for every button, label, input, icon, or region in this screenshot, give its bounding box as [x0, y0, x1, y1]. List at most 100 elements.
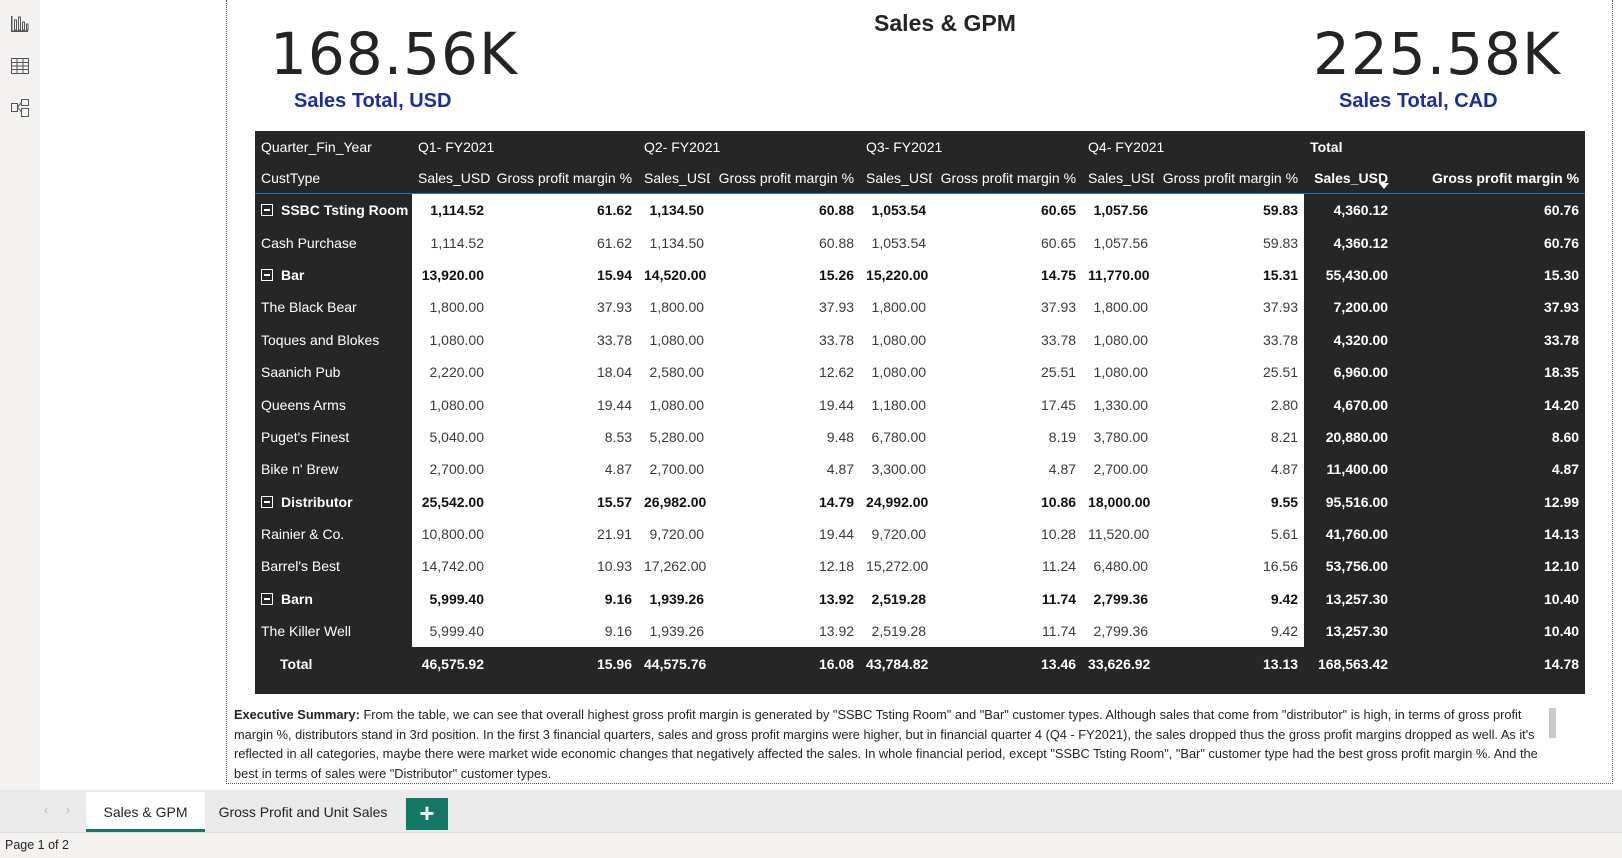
total-gpm-cell[interactable]: 14.78 — [1394, 647, 1585, 679]
total-gpm-cell[interactable]: 10.40 — [1394, 615, 1585, 647]
total-sales-usd-cell[interactable]: 11,400.00 — [1304, 453, 1394, 485]
gpm-cell[interactable]: 15.57 — [490, 485, 639, 518]
gpm-cell[interactable]: 4.87 — [710, 453, 861, 486]
row-header-cell[interactable]: Barn — [255, 583, 412, 615]
total-gpm-cell[interactable]: 60.76 — [1394, 226, 1585, 258]
gpm-cell[interactable]: 13.92 — [710, 582, 861, 616]
row-header-cell[interactable]: The Black Bear — [255, 291, 412, 323]
table-row[interactable]: Barrel's Best 14,742.00 10.93 17,262.00 12.1… — [255, 550, 1585, 583]
gpm-cell[interactable]: 17.45 — [932, 388, 1083, 421]
gpm-cell[interactable]: 19.44 — [710, 517, 861, 551]
total-gpm-cell[interactable]: 60.76 — [1394, 194, 1585, 227]
header-gpm[interactable]: Gross profit margin % — [710, 162, 861, 194]
model-view-icon[interactable] — [9, 97, 31, 119]
table-row[interactable]: Puget's Finest 5,040.00 8.53 5,280.00 9.48 6,… — [255, 420, 1585, 454]
sales-usd-cell[interactable]: 1,080.00 — [638, 388, 711, 421]
sales-usd-cell[interactable]: 1,800.00 — [412, 291, 490, 324]
row-header-cell[interactable]: Rainier & Co. — [255, 518, 412, 550]
sales-usd-cell[interactable]: 2,580.00 — [638, 355, 711, 389]
sales-usd-cell[interactable]: 14,742.00 — [412, 550, 490, 583]
total-gpm-cell[interactable]: 4.87 — [1394, 453, 1585, 485]
row-header-cell[interactable]: Distributor — [255, 486, 412, 518]
gpm-cell[interactable]: 25.51 — [932, 355, 1083, 389]
sales-usd-cell[interactable]: 15,220.00 — [860, 258, 933, 292]
sales-usd-cell[interactable]: 3,780.00 — [1082, 420, 1155, 454]
sales-usd-cell[interactable]: 1,800.00 — [1082, 291, 1155, 324]
gpm-cell[interactable]: 60.88 — [710, 193, 861, 227]
sales-usd-cell[interactable]: 11,520.00 — [1082, 517, 1155, 551]
grand-total-row[interactable]: Total 46,575.92 15.96 44,575.76 16.08 43,784.… — [255, 647, 1585, 679]
gpm-cell[interactable]: 33.78 — [490, 323, 639, 356]
table-row[interactable]: Saanich Pub 2,220.00 18.04 2,580.00 12.62 1,0… — [255, 355, 1585, 389]
header-gpm[interactable]: Gross profit margin % — [1154, 162, 1305, 194]
collapse-icon[interactable] — [261, 495, 273, 508]
sales-usd-cell[interactable]: 1,180.00 — [860, 388, 933, 421]
sales-usd-cell[interactable]: 1,080.00 — [860, 355, 933, 389]
total-gpm-cell[interactable]: 37.93 — [1394, 291, 1585, 323]
gpm-cell[interactable]: 15.26 — [710, 258, 861, 292]
row-header-cell[interactable]: Barrel's Best — [255, 550, 412, 582]
gpm-cell[interactable]: 61.62 — [490, 226, 639, 259]
gpm-cell[interactable]: 59.83 — [1154, 193, 1305, 227]
sales-usd-cell[interactable]: 1,114.52 — [412, 226, 490, 259]
sales-usd-cell[interactable]: 24,992.00 — [860, 485, 933, 518]
sales-usd-cell[interactable]: 6,780.00 — [860, 420, 933, 454]
sales-usd-cell[interactable]: 2,799.36 — [1082, 615, 1155, 648]
gpm-cell[interactable]: 21.91 — [490, 517, 639, 551]
sales-usd-cell[interactable]: 1,057.56 — [1082, 226, 1155, 259]
row-header-cell[interactable]: SSBC Tsting Room — [255, 194, 412, 227]
total-sales-usd-cell[interactable]: 13,257.30 — [1304, 615, 1394, 647]
tab-gross-profit-unit-sales[interactable]: Gross Profit and Unit Sales — [207, 792, 399, 832]
sales-gpm-matrix[interactable]: Quarter_Fin_Year Q1- FY2021 Q2- FY2021 Q… — [255, 131, 1586, 694]
next-page-arrow-icon[interactable]: › — [66, 803, 70, 817]
gpm-cell[interactable]: 9.16 — [490, 582, 639, 616]
sales-usd-cell[interactable]: 1,053.54 — [860, 193, 933, 227]
gpm-cell[interactable]: 11.74 — [932, 582, 1083, 616]
table-row[interactable]: The Killer Well 5,999.40 9.16 1,939.26 13.92… — [255, 615, 1585, 648]
sales-usd-cell[interactable]: 44,575.76 — [638, 647, 710, 679]
row-header-cell[interactable]: Queens Arms — [255, 388, 412, 420]
sales-usd-cell[interactable]: 1,080.00 — [412, 323, 490, 356]
gpm-cell[interactable]: 9.48 — [710, 420, 861, 454]
total-sales-usd-cell[interactable]: 55,430.00 — [1304, 259, 1394, 291]
total-sales-usd-cell[interactable]: 13,257.30 — [1304, 583, 1394, 615]
gpm-cell[interactable]: 12.62 — [710, 355, 861, 389]
total-sales-usd-cell[interactable]: 7,200.00 — [1304, 291, 1394, 323]
row-header-cell[interactable]: Total — [255, 647, 412, 679]
sales-usd-cell[interactable]: 43,784.82 — [860, 647, 932, 679]
table-row[interactable]: The Black Bear 1,800.00 37.93 1,800.00 37.93… — [255, 291, 1585, 324]
row-header-cell[interactable]: Bar — [255, 259, 412, 291]
gpm-cell[interactable]: 11.24 — [932, 550, 1083, 583]
sales-usd-cell[interactable]: 1,080.00 — [638, 323, 711, 356]
gpm-cell[interactable]: 4.87 — [490, 453, 639, 486]
sales-usd-cell[interactable]: 25,542.00 — [412, 485, 490, 518]
sales-usd-cell[interactable]: 33,626.92 — [1082, 647, 1154, 679]
sales-usd-cell[interactable]: 26,982.00 — [638, 485, 711, 518]
sort-descending-icon[interactable] — [1379, 183, 1389, 189]
sales-usd-cell[interactable]: 1,057.56 — [1082, 193, 1155, 227]
sales-usd-cell[interactable]: 1,114.52 — [412, 193, 490, 227]
header-gpm[interactable]: Gross profit margin % — [932, 162, 1083, 194]
gpm-cell[interactable]: 10.93 — [490, 550, 639, 583]
sales-usd-cell[interactable]: 1,080.00 — [1082, 355, 1155, 389]
table-row[interactable]: Queens Arms 1,080.00 19.44 1,080.00 19.44 1,1… — [255, 388, 1585, 421]
sales-usd-cell[interactable]: 2,700.00 — [412, 453, 490, 486]
sales-usd-cell[interactable]: 1,134.50 — [638, 226, 711, 259]
group-row[interactable]: Bar 13,920.00 15.94 14,520.00 15.26 15,220.00… — [255, 258, 1585, 292]
sales-usd-cell[interactable]: 5,999.40 — [412, 615, 490, 648]
total-gpm-cell[interactable]: 14.20 — [1394, 388, 1585, 420]
header-sales-usd[interactable]: Sales_USD — [860, 162, 933, 194]
sales-usd-cell[interactable]: 15,272.00 — [860, 550, 933, 583]
header-q1[interactable]: Q1- FY2021 — [412, 131, 638, 162]
total-sales-usd-cell[interactable]: 4,360.12 — [1304, 194, 1394, 227]
gpm-cell[interactable]: 5.61 — [1154, 517, 1305, 551]
total-sales-usd-cell[interactable]: 4,320.00 — [1304, 324, 1394, 356]
sales-usd-cell[interactable]: 10,800.00 — [412, 517, 490, 551]
header-total[interactable]: Total — [1304, 131, 1585, 162]
header-gpm[interactable]: Gross profit margin % — [490, 162, 639, 194]
gpm-cell[interactable]: 4.87 — [1154, 453, 1305, 486]
add-page-button[interactable]: + — [406, 798, 448, 830]
group-row[interactable]: SSBC Tsting Room 1,114.52 61.62 1,134.50 60.… — [255, 193, 1585, 227]
gpm-cell[interactable]: 60.65 — [932, 193, 1083, 227]
sales-usd-cell[interactable]: 1,134.50 — [638, 193, 711, 227]
